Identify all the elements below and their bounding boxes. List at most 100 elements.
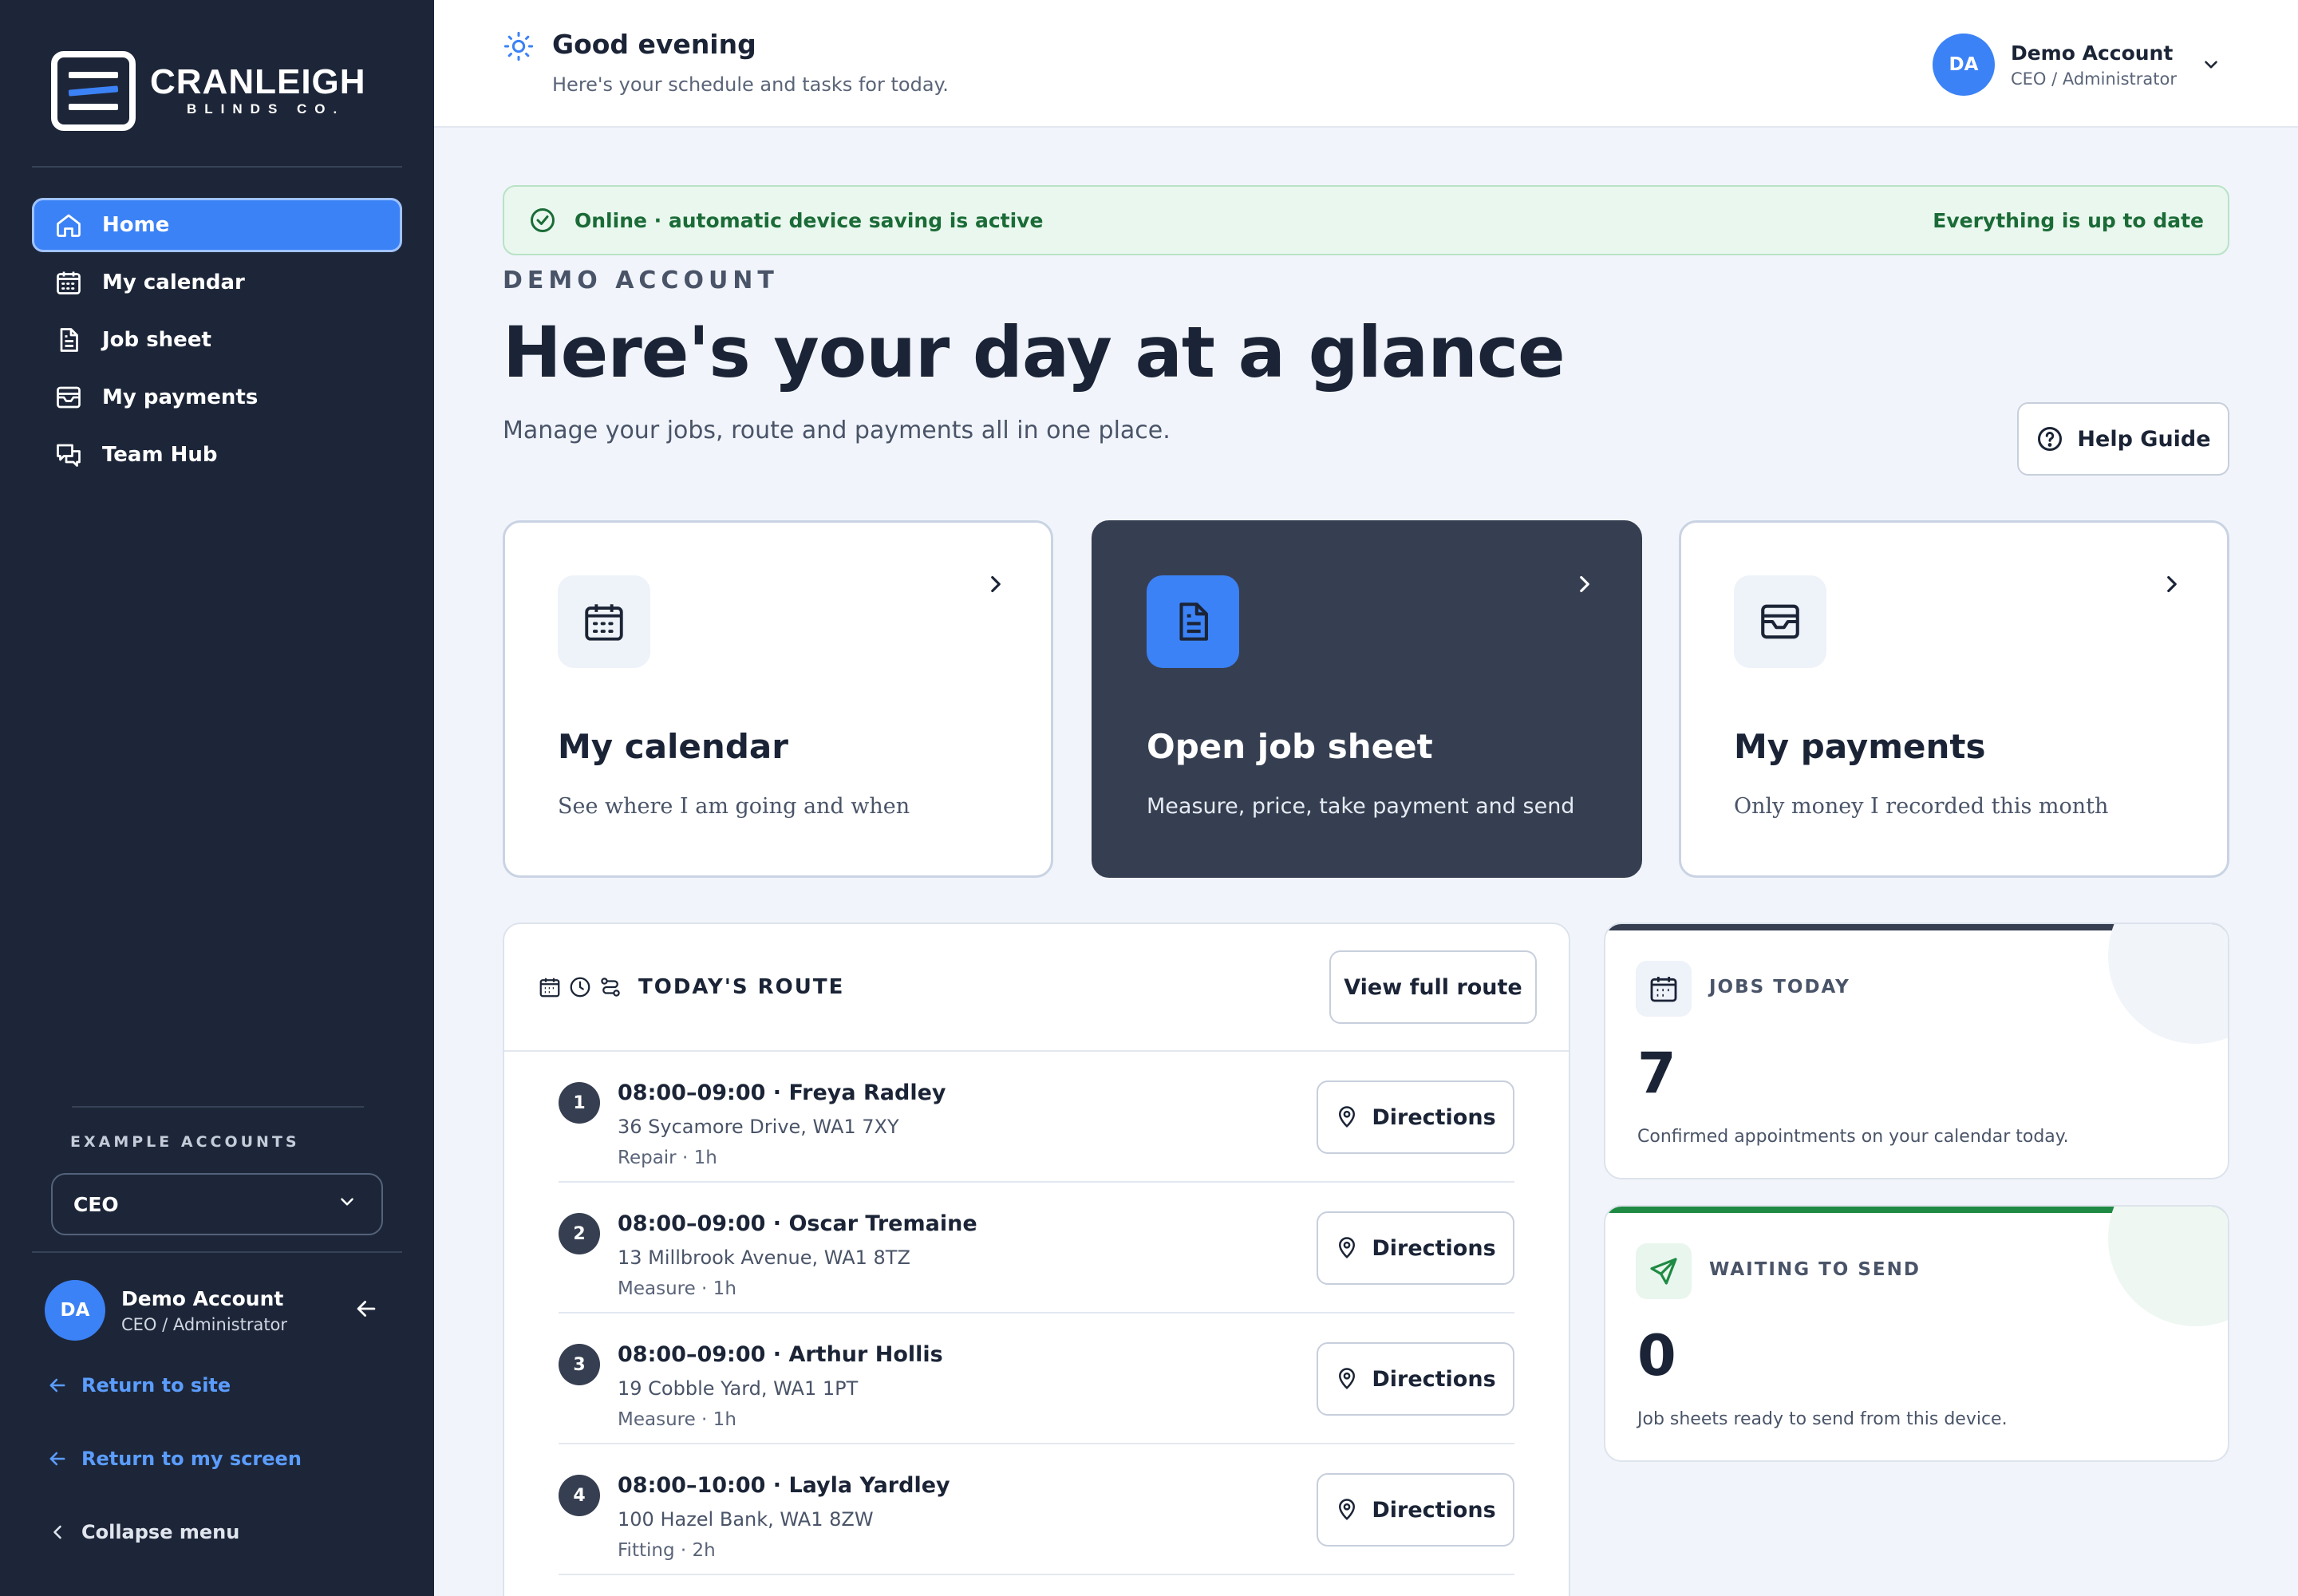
view-full-route-button[interactable]: View full route (1329, 950, 1537, 1024)
sidebar-item-label: Home (102, 213, 170, 237)
stat-description: Job sheets ready to send from this devic… (1637, 1409, 2008, 1429)
stop-number: 4 (559, 1475, 600, 1516)
directions-label: Directions (1372, 1235, 1496, 1261)
sidebar-divider (72, 1106, 364, 1108)
stop-address: 100 Hazel Bank, WA1 8ZW (618, 1508, 874, 1531)
wallet-icon (54, 383, 83, 412)
sidebar-item-label: Job sheet (102, 328, 211, 352)
calendar-icon (1650, 977, 1677, 1002)
return-to-site-link[interactable]: Return to site (46, 1374, 231, 1396)
avatar: DA (1932, 34, 1995, 96)
brand-logo[interactable]: CRANLEIGH BLINDS CO. (51, 51, 366, 131)
directions-button[interactable]: Directions (1317, 1342, 1514, 1416)
example-accounts-label: EXAMPLE ACCOUNTS (70, 1133, 300, 1151)
calendar-icon (539, 978, 560, 998)
return-to-my-screen-label: Return to my screen (81, 1448, 302, 1470)
todays-route-panel: TODAY'S ROUTE View full route 1 08:00–09… (503, 922, 1570, 1596)
sidebar-item-job-sheet[interactable]: Job sheet (32, 313, 402, 367)
card-description: See where I am going and when (558, 794, 910, 819)
card-icon-box (1147, 575, 1239, 668)
stat-description: Confirmed appointments on your calendar … (1637, 1127, 2069, 1147)
sidebar-item-label: My payments (102, 385, 259, 409)
wallet-icon (1761, 604, 1799, 639)
sidebar: CRANLEIGH BLINDS CO. Home My calendar Jo… (0, 0, 434, 1596)
top-header: Good evening Here's your schedule and ta… (434, 0, 2298, 128)
page-subtitle: Manage your jobs, route and payments all… (503, 417, 1171, 444)
return-to-site-label: Return to site (81, 1374, 231, 1396)
collapse-menu-button[interactable]: Collapse menu (46, 1521, 239, 1543)
stat-icon-box (1636, 1243, 1692, 1299)
account-eyebrow: DEMO ACCOUNT (503, 267, 779, 294)
directions-button[interactable]: Directions (1317, 1473, 1514, 1547)
sidebar-divider (32, 1251, 402, 1253)
collapse-menu-label: Collapse menu (81, 1521, 240, 1543)
sidebar-item-label: Team Hub (102, 443, 218, 467)
stop-address: 19 Cobble Yard, WA1 1PT (618, 1377, 859, 1400)
stop-type: Measure · 1h (618, 1278, 736, 1299)
sidebar-divider (32, 166, 402, 168)
sidebar-item-my-payments[interactable]: My payments (32, 370, 402, 425)
map-pin-icon (1339, 1499, 1356, 1520)
check-circle-icon (531, 208, 555, 232)
card-my-calendar[interactable]: My calendar See where I am going and whe… (503, 520, 1053, 878)
send-icon (1650, 1258, 1677, 1285)
help-guide-button[interactable]: Help Guide (2017, 402, 2229, 476)
document-icon (1179, 602, 1208, 641)
route-stop: 1 08:00–09:00 · Freya Radley 36 Sycamore… (559, 1052, 1514, 1183)
status-banner: Online · automatic device saving is acti… (503, 185, 2229, 255)
directions-label: Directions (1372, 1104, 1496, 1130)
arrow-left-icon[interactable] (353, 1295, 380, 1325)
stop-title: 08:00–10:00 · Layla Yardley (618, 1473, 950, 1498)
map-pin-icon (1339, 1106, 1356, 1128)
stat-label: JOBS TODAY (1709, 977, 1850, 998)
calendar-icon (585, 604, 623, 641)
stat-value: 0 (1637, 1323, 1676, 1389)
page-title: Here's your day at a glance (503, 311, 1566, 393)
clock-icon (570, 977, 590, 998)
stop-title: 08:00–09:00 · Arthur Hollis (618, 1342, 943, 1367)
stop-type: Fitting · 2h (618, 1540, 716, 1561)
map-pin-icon (1339, 1237, 1356, 1258)
card-my-payments[interactable]: My payments Only money I recorded this m… (1679, 520, 2229, 878)
help-guide-label: Help Guide (2077, 426, 2211, 452)
route-stop-list: 1 08:00–09:00 · Freya Radley 36 Sycamore… (504, 1052, 1569, 1575)
stat-icon-box (1636, 961, 1692, 1017)
user-name: Demo Account (2010, 41, 2174, 65)
avatar: DA (45, 1280, 105, 1341)
chevron-left-icon (53, 1525, 61, 1539)
card-open-job-sheet[interactable]: Open job sheet Measure, price, take paym… (1092, 520, 1642, 878)
decorative-circle (2108, 924, 2228, 1044)
greeting-subtitle: Here's your schedule and tasks for today… (552, 73, 949, 96)
sidebar-item-home[interactable]: Home (32, 198, 402, 252)
chevron-right-icon (991, 575, 1001, 593)
stat-value: 7 (1637, 1041, 1676, 1106)
sidebar-item-my-calendar[interactable]: My calendar (32, 255, 402, 310)
chevron-right-icon (2167, 575, 2177, 593)
chevron-right-icon (1580, 575, 1589, 593)
directions-button[interactable]: Directions (1317, 1080, 1514, 1154)
directions-button[interactable]: Directions (1317, 1211, 1514, 1285)
route-stop: 4 08:00–10:00 · Layla Yardley 100 Hazel … (559, 1444, 1514, 1575)
sidebar-user: DA Demo Account CEO / Administrator (45, 1280, 380, 1341)
sidebar-item-team-hub[interactable]: Team Hub (32, 428, 402, 482)
card-icon-box (558, 575, 650, 668)
card-title: My payments (1734, 727, 1986, 766)
account-menu[interactable]: DA Demo Account CEO / Administrator (1932, 34, 2221, 96)
stop-title: 08:00–09:00 · Freya Radley (618, 1080, 946, 1105)
blinds-logo-icon (51, 51, 136, 131)
arrow-left-icon (49, 1452, 65, 1466)
chevron-down-icon (2205, 61, 2217, 69)
chevron-down-icon (337, 1191, 357, 1217)
card-title: My calendar (558, 727, 788, 766)
stat-label: WAITING TO SEND (1709, 1259, 1921, 1280)
card-title: Open job sheet (1147, 727, 1433, 766)
example-account-select[interactable]: CEO (51, 1173, 383, 1235)
chat-icon (54, 440, 83, 469)
decorative-circle (2108, 1207, 2228, 1326)
return-to-my-screen-link[interactable]: Return to my screen (46, 1448, 302, 1470)
brand-subtitle: BLINDS CO. (187, 101, 345, 117)
example-account-value: CEO (73, 1192, 119, 1216)
home-icon (54, 211, 83, 239)
sidebar-nav: Home My calendar Job sheet My payments T… (32, 198, 402, 485)
sync-status-text: Everything is up to date (1933, 208, 2204, 232)
